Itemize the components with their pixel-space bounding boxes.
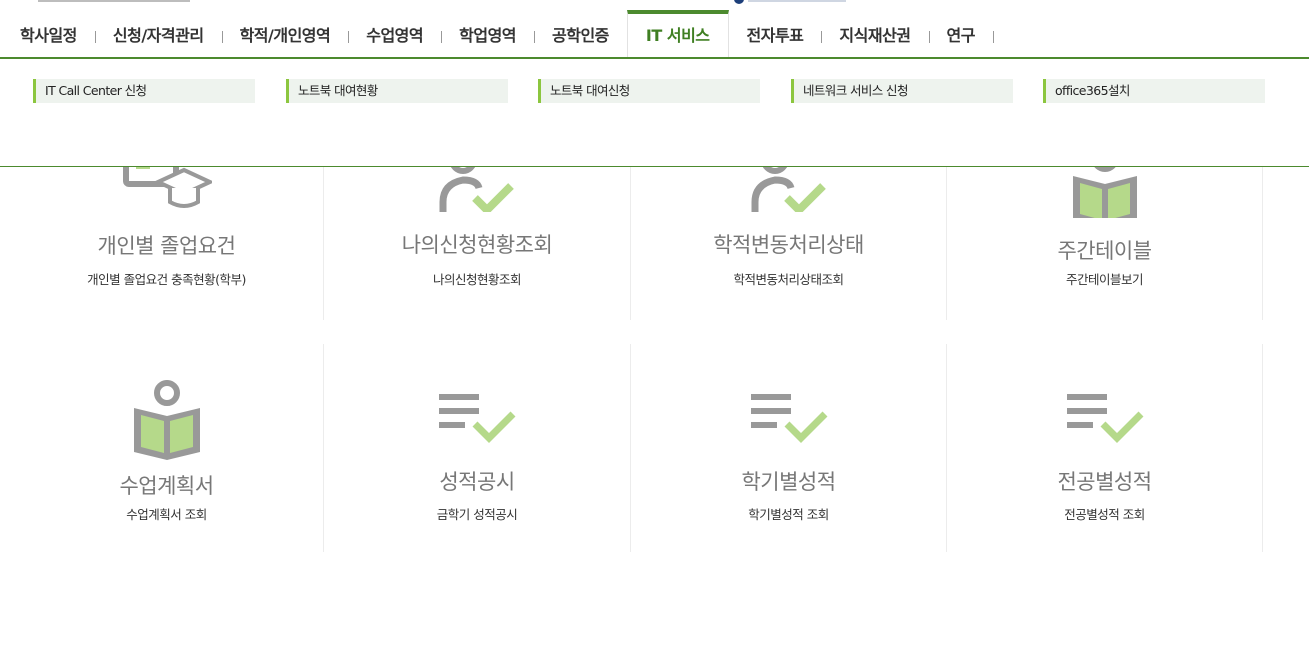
card-description: 학적변동처리상태조회	[733, 272, 844, 287]
nav-item-e-voting[interactable]: 전자투표	[729, 10, 823, 57]
submenu-item-label: IT Call Center 신청	[45, 83, 147, 98]
card-description: 금학기 성적공시	[436, 507, 518, 522]
submenu-item-laptop-status[interactable]: 노트북 대여현황	[286, 79, 508, 103]
submenu-item-network-service[interactable]: 네트워크 서비스 신청	[791, 79, 1013, 103]
card-title: 학적변동처리상태	[713, 233, 864, 257]
submenu-item-label: 네트워크 서비스 신청	[803, 83, 908, 98]
card-description: 개인별 졸업요건 충족현황(학부)	[87, 272, 246, 287]
nav-item-applications[interactable]: 신청/자격관리	[95, 10, 223, 57]
nav-item-label: 전자투표	[746, 25, 804, 45]
card-title: 전공별성적	[1057, 470, 1152, 494]
card-grade-announcement[interactable]: 성적공시 금학기 성적공시	[324, 344, 631, 552]
card-title: 개인별 졸업요건	[97, 234, 236, 258]
submenu-item-label: 노트북 대여신청	[550, 83, 630, 98]
card-title: 성적공시	[439, 470, 515, 494]
list-check-icon	[750, 394, 827, 443]
submenu-item-office365[interactable]: office365설치	[1043, 79, 1265, 103]
nav-item-label: 공학인증	[552, 25, 609, 45]
submenu-item-laptop-rental[interactable]: 노트북 대여신청	[538, 79, 760, 103]
nav-item-label: 학업영역	[459, 25, 517, 45]
card-title: 수업계획서	[119, 474, 214, 498]
nav-item-intellectual-property[interactable]: 지식재산권	[821, 10, 930, 57]
card-description: 나의신청현황조회	[432, 272, 522, 287]
nav-item-classes[interactable]: 수업영역	[348, 10, 443, 57]
list-check-icon	[439, 394, 516, 443]
nav-item-engineering-cert[interactable]: 공학인증	[534, 10, 627, 57]
nav-item-label: 학사일정	[20, 25, 77, 45]
card-major-grades[interactable]: 전공별성적 전공별성적 조회	[947, 344, 1263, 552]
card-description: 주간테이블보기	[1065, 272, 1144, 287]
nav-item-academic-records[interactable]: 학적/개인영역	[222, 10, 350, 57]
submenu-item-label: office365설치	[1055, 83, 1130, 98]
nav-item-label: 지식재산권	[839, 25, 911, 45]
card-title: 주간테이블	[1057, 239, 1152, 263]
nav-item-it-service[interactable]: IT 서비스	[626, 10, 729, 57]
it-service-submenu: IT Call Center 신청 노트북 대여현황 노트북 대여신청 네트워크…	[0, 59, 1309, 167]
card-description: 수업계획서 조회	[126, 507, 207, 522]
nav-item-academic-calendar[interactable]: 학사일정	[2, 10, 96, 57]
list-check-icon	[1066, 394, 1143, 443]
card-semester-grades[interactable]: 학기별성적 학기별성적 조회	[631, 344, 947, 552]
submenu-item-it-call-center[interactable]: IT Call Center 신청	[33, 79, 255, 103]
card-description: 전공별성적 조회	[1064, 507, 1145, 522]
nav-item-label: 신청/자격관리	[112, 25, 204, 45]
nav-item-label: IT 서비스	[645, 25, 710, 45]
nav-item-label: 학적/개인영역	[239, 25, 331, 45]
nav-item-studies[interactable]: 학업영역	[441, 10, 536, 57]
submenu-item-label: 노트북 대여현황	[298, 83, 378, 98]
card-title: 학기별성적	[741, 470, 836, 494]
main-navigation: 학사일정 신청/자격관리 학적/개인영역 수업영역 학업영역 공학인증 IT 서…	[0, 10, 1309, 59]
reader-book-icon	[133, 380, 200, 460]
nav-item-label: 수업영역	[366, 25, 424, 45]
card-description: 학기별성적 조회	[748, 507, 829, 522]
nav-item-label: 연구	[946, 25, 976, 45]
nav-item-research[interactable]: 연구	[929, 10, 994, 57]
card-syllabus[interactable]: 수업계획서 수업계획서 조회	[10, 344, 324, 552]
card-title: 나의신청현황조회	[401, 233, 553, 257]
